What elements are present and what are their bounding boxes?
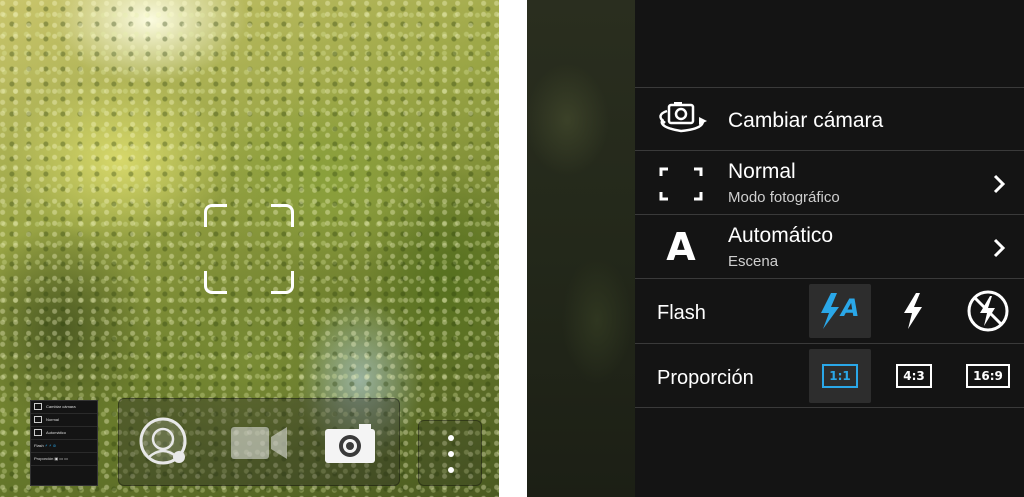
thumbnail-row: Proporción ▣ ▭ ▭ [31, 453, 97, 466]
camera-settings-screen: Cambiar cámara Normal Modo fotográfico A… [527, 0, 1024, 497]
thumbnail-row: Cambiar cámara [31, 401, 97, 414]
shooting-mode-title: Normal [728, 160, 796, 183]
flash-row: Flash A [635, 279, 1024, 343]
scene-auto-icon: A [666, 225, 696, 269]
aspect-ratio-row: Proporción 1:1 4:3 16:9 [635, 344, 1024, 408]
dimmed-viewfinder [527, 0, 635, 497]
selfie-face-icon[interactable] [135, 415, 195, 471]
more-dots-icon [448, 451, 454, 457]
settings-panel-thumbnail[interactable]: Cambiar cámara Normal Automático Flash ⚡… [30, 400, 98, 486]
switch-camera-icon [653, 94, 709, 144]
flash-on-icon [904, 293, 922, 329]
frame-brackets-icon [653, 159, 709, 209]
flash-auto-glyph: A [841, 294, 860, 322]
shooting-mode-row[interactable]: Normal Modo fotográfico [635, 151, 1024, 214]
scene-title: Automático [728, 224, 834, 247]
ratio-4-3-label: 4:3 [896, 364, 932, 388]
scene-row[interactable]: A Automático Escena [635, 215, 1024, 278]
ratio-1-1-label: 1:1 [822, 364, 858, 388]
flash-on-option[interactable] [883, 284, 945, 338]
scene-subtitle: Escena [728, 253, 779, 270]
flash-auto-option[interactable]: A [809, 284, 871, 338]
aspect-ratio-label: Proporción [657, 367, 754, 389]
settings-panel: Cambiar cámara Normal Modo fotográfico A… [635, 0, 1024, 497]
camera-viewfinder[interactable]: Cambiar cámara Normal Automático Flash ⚡… [0, 0, 499, 497]
chevron-right-icon [993, 238, 1006, 258]
thumbnail-row: Automático [31, 427, 97, 440]
camera-mode-bar [118, 398, 400, 486]
focus-frame[interactable] [204, 204, 294, 294]
ratio-16-9-option[interactable]: 16:9 [957, 349, 1019, 403]
photo-camera-icon[interactable] [321, 415, 381, 471]
more-options-button[interactable] [418, 420, 482, 486]
flash-off-icon [967, 290, 1009, 332]
ratio-4-3-option[interactable]: 4:3 [883, 349, 945, 403]
flash-label: Flash [657, 302, 706, 324]
flash-off-option[interactable] [957, 284, 1019, 338]
chevron-right-icon [993, 174, 1006, 194]
ratio-16-9-label: 16:9 [966, 364, 1010, 388]
divider [635, 407, 1024, 408]
video-camera-icon[interactable] [229, 415, 289, 471]
thumbnail-row: Flash ⚡ ⚡ ⊘ [31, 440, 97, 453]
switch-camera-row[interactable]: Cambiar cámara [635, 88, 1024, 150]
ratio-1-1-option[interactable]: 1:1 [809, 349, 871, 403]
more-dots-icon [448, 435, 454, 441]
more-dots-icon [448, 467, 454, 473]
switch-camera-label: Cambiar cámara [728, 109, 884, 132]
shooting-mode-subtitle: Modo fotográfico [728, 189, 840, 206]
thumbnail-row: Normal [31, 414, 97, 427]
